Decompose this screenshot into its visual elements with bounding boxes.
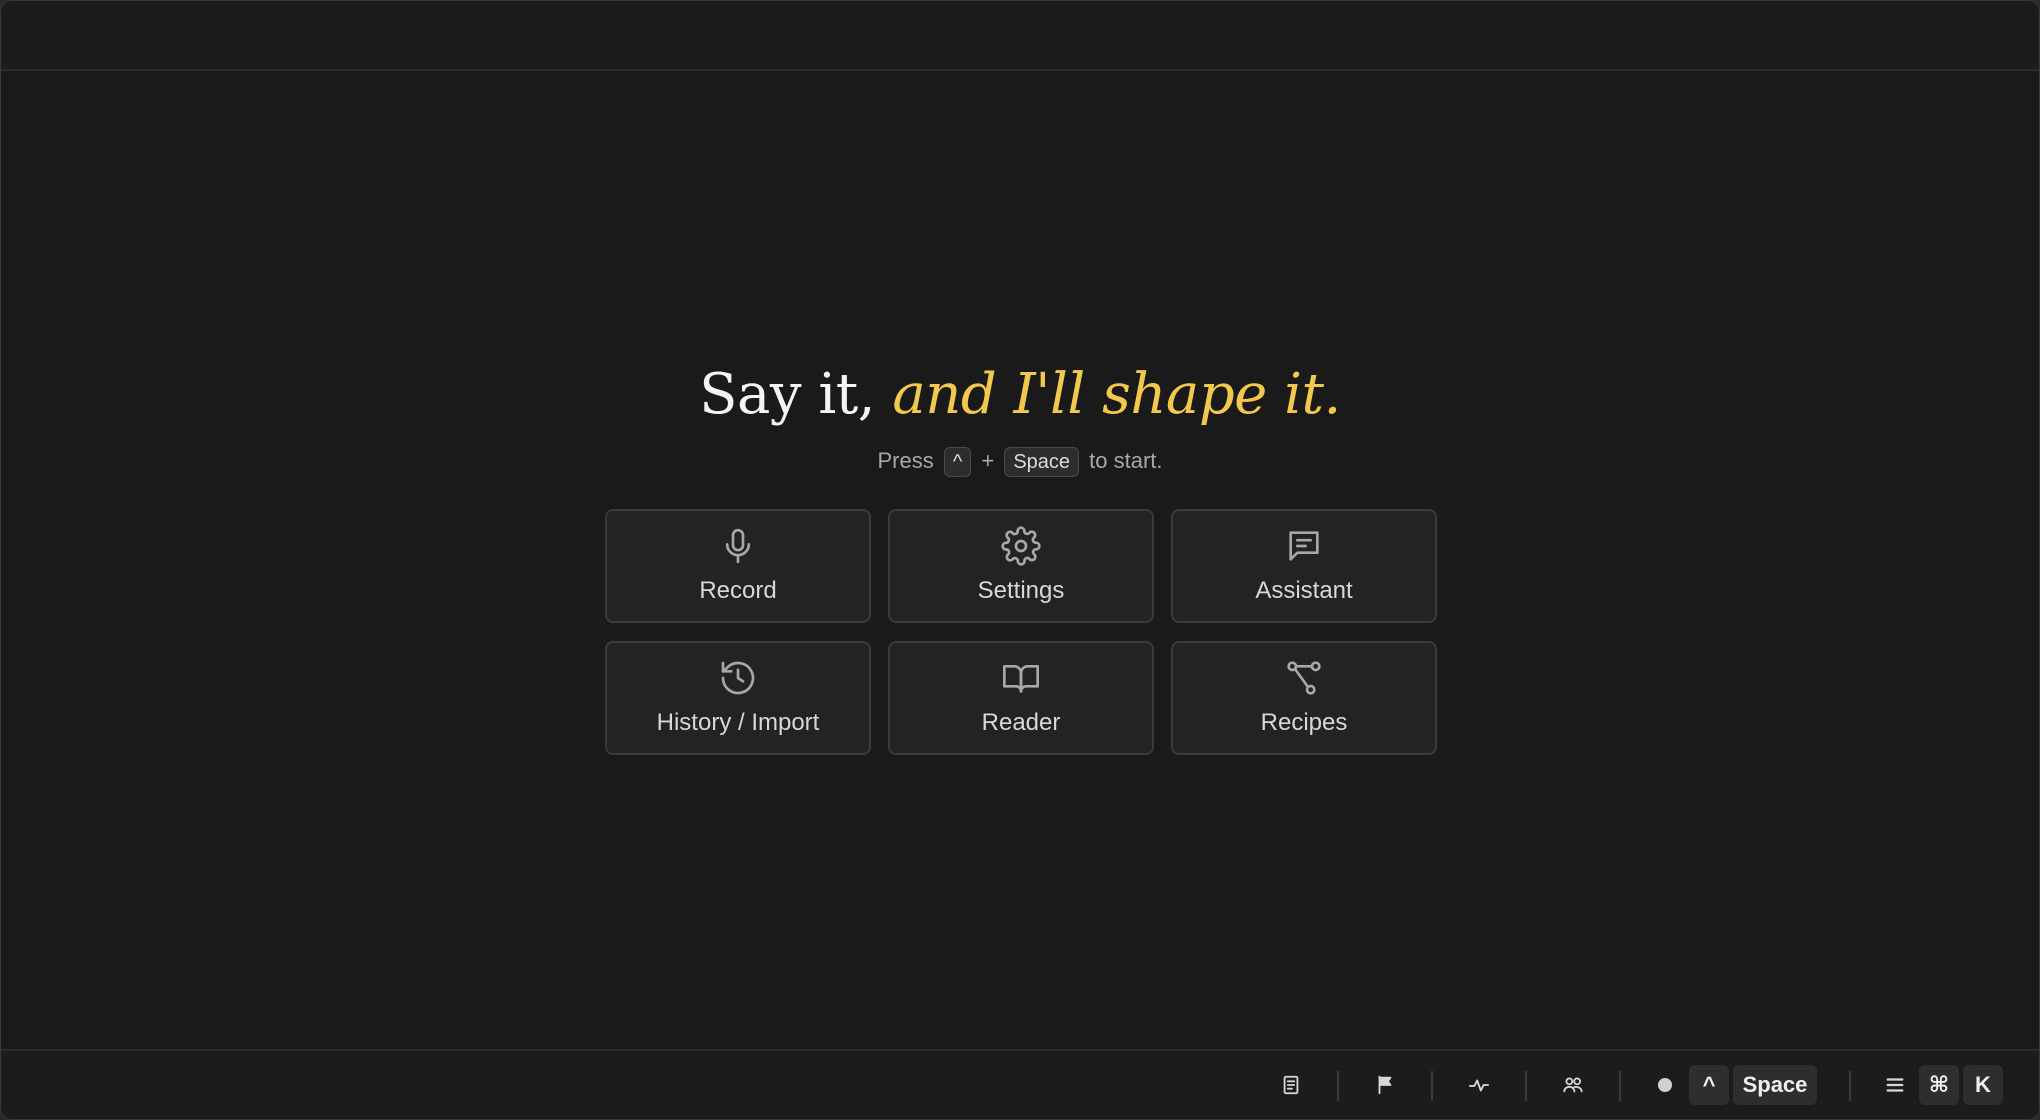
status-divider xyxy=(1431,1071,1433,1101)
hint-plus: + xyxy=(981,448,995,473)
chat-icon xyxy=(1289,531,1319,561)
assistant-button[interactable]: Assistant xyxy=(1171,509,1437,623)
headline-accent: and I'll shape it. xyxy=(892,362,1341,427)
history-import-button[interactable]: History / Import xyxy=(605,641,871,755)
settings-button[interactable]: Settings xyxy=(888,509,1154,623)
headline: Say it, and I'll shape it. xyxy=(1,359,2039,431)
flag-icon xyxy=(1378,1075,1392,1095)
history-icon xyxy=(721,661,755,695)
reader-button[interactable]: Reader xyxy=(888,641,1154,755)
status-dot-icon xyxy=(1658,1078,1672,1092)
hint-key-space: Space xyxy=(1004,447,1080,478)
shortcut-key-space[interactable]: Space xyxy=(1733,1065,1817,1105)
reader-label: Reader xyxy=(981,709,1061,736)
book-icon xyxy=(1003,665,1039,693)
start-hint: Press ^ + Space to start. xyxy=(1,443,2039,479)
app-window: Say it, and I'll shape it. Press ^ + Spa… xyxy=(0,0,2040,1120)
action-grid: Record Settings Assistant History / Impo… xyxy=(605,509,1437,755)
status-bar: ^ Space ⌘ K xyxy=(1,1049,2039,1119)
shortcut-key-command[interactable]: ⌘ xyxy=(1919,1065,1959,1105)
workflow-icon xyxy=(1287,661,1321,695)
document-button[interactable] xyxy=(1275,1065,1307,1105)
history-import-label: History / Import xyxy=(656,709,820,736)
hint-key-control: ^ xyxy=(943,447,972,478)
recipes-label: Recipes xyxy=(1260,709,1348,736)
menu-icon xyxy=(1886,1078,1904,1092)
recipes-button[interactable]: Recipes xyxy=(1171,641,1437,755)
record-button[interactable]: Record xyxy=(605,509,871,623)
status-divider xyxy=(1337,1071,1339,1101)
hint-suffix: to start. xyxy=(1089,448,1163,473)
gear-icon xyxy=(1001,526,1041,566)
menu-button[interactable] xyxy=(1879,1065,1911,1105)
status-divider xyxy=(1849,1071,1851,1101)
status-divider xyxy=(1525,1071,1527,1101)
people-icon xyxy=(1563,1077,1583,1093)
document-icon xyxy=(1283,1075,1299,1095)
activity-button[interactable] xyxy=(1463,1065,1495,1105)
activity-icon xyxy=(1468,1079,1490,1092)
hint-prefix: Press xyxy=(877,448,934,473)
people-button[interactable] xyxy=(1557,1065,1589,1105)
main-content: Say it, and I'll shape it. Press ^ + Spa… xyxy=(1,71,2039,1049)
title-bar[interactable] xyxy=(1,1,2039,71)
microphone-icon xyxy=(725,528,751,564)
flag-button[interactable] xyxy=(1369,1065,1401,1105)
shortcut-key-k[interactable]: K xyxy=(1963,1065,2003,1105)
settings-label: Settings xyxy=(977,577,1065,604)
shortcut-key-control[interactable]: ^ xyxy=(1689,1065,1729,1105)
record-label: Record xyxy=(699,577,777,604)
status-divider xyxy=(1619,1071,1621,1101)
recording-status xyxy=(1653,1065,1677,1105)
assistant-label: Assistant xyxy=(1255,577,1353,604)
headline-plain: Say it, xyxy=(699,362,876,427)
